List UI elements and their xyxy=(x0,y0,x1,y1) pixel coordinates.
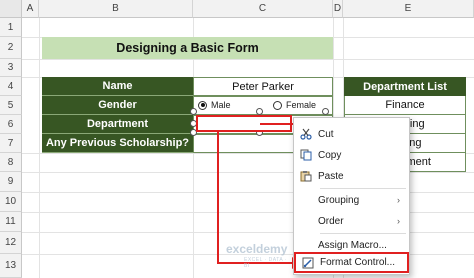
row-header-13[interactable]: 13 xyxy=(0,254,22,278)
radio-female[interactable]: Female xyxy=(273,100,316,110)
name-label: Name xyxy=(42,77,193,96)
paste-icon xyxy=(294,170,318,182)
menu-separator xyxy=(320,233,406,234)
chevron-right-icon: › xyxy=(397,195,400,205)
column-header-d[interactable]: D xyxy=(333,0,343,18)
department-list-header: Department List xyxy=(344,77,466,96)
column-header-a[interactable]: A xyxy=(22,0,39,18)
menu-item-cut[interactable]: Cut xyxy=(294,124,409,144)
menu-item-label: Grouping xyxy=(318,194,360,206)
context-menu: Cut Copy Paste Grouping › Order › Assign… xyxy=(293,117,410,275)
column-header-b[interactable]: B xyxy=(39,0,193,18)
select-all-corner[interactable] xyxy=(0,0,22,18)
radio-female-label: Female xyxy=(286,100,317,110)
menu-item-label: Order xyxy=(318,215,344,227)
menu-item-label: Paste xyxy=(318,170,344,182)
row-header-7[interactable]: 7 xyxy=(0,134,22,153)
row-header-3[interactable]: 3 xyxy=(0,59,22,77)
department-label: Department xyxy=(42,115,193,134)
connector-line xyxy=(217,132,219,264)
row-header-8[interactable]: 8 xyxy=(0,153,22,172)
menu-item-paste[interactable]: Paste xyxy=(294,166,409,186)
gender-label: Gender xyxy=(42,96,193,115)
menu-item-order[interactable]: Order › xyxy=(294,211,409,231)
row-header-4[interactable]: 4 xyxy=(0,77,22,96)
watermark-logo: exceldemy EXCEL · DATA · BI xyxy=(226,242,288,269)
radio-selected-icon xyxy=(198,100,207,110)
row-header-6[interactable]: 6 xyxy=(0,115,22,134)
gridline xyxy=(22,59,474,60)
radio-male[interactable]: Male xyxy=(198,100,231,110)
row-header-9[interactable]: 9 xyxy=(0,172,22,192)
row-header-2[interactable]: 2 xyxy=(0,37,22,59)
copy-icon xyxy=(294,149,318,161)
column-header-c[interactable]: C xyxy=(193,0,333,18)
row-header-10[interactable]: 10 xyxy=(0,192,22,212)
watermark-subtext: EXCEL · DATA · BI xyxy=(244,257,288,269)
menu-separator xyxy=(320,188,406,189)
form-title: Designing a Basic Form xyxy=(42,37,333,59)
radio-male-label: Male xyxy=(211,100,231,110)
scholarship-label: Any Previous Scholarship? xyxy=(42,134,193,153)
row-header-5[interactable]: 5 xyxy=(0,96,22,115)
spreadsheet: A B C D E 1 2 3 4 5 6 7 8 9 10 11 12 13 … xyxy=(0,0,474,278)
watermark-text: exceldemy xyxy=(226,242,288,256)
department-list-item: Finance xyxy=(344,96,466,115)
gridline xyxy=(39,18,40,278)
menu-item-label: Cut xyxy=(318,128,334,140)
menu-item-copy[interactable]: Copy xyxy=(294,145,409,165)
resize-handle[interactable] xyxy=(322,108,329,115)
menu-item-label: Format Control... xyxy=(320,257,396,268)
radio-unselected-icon xyxy=(273,100,282,110)
chevron-right-icon: › xyxy=(397,216,400,226)
scissors-icon xyxy=(294,128,318,140)
menu-item-format-control[interactable]: Format Control... xyxy=(294,252,409,273)
resize-handle[interactable] xyxy=(190,108,197,115)
menu-item-label: Assign Macro... xyxy=(318,239,387,251)
column-header-e[interactable]: E xyxy=(343,0,474,18)
row-header-1[interactable]: 1 xyxy=(0,18,22,37)
resize-handle[interactable] xyxy=(256,108,263,115)
row-header-12[interactable]: 12 xyxy=(0,232,22,254)
name-value-cell[interactable]: Peter Parker xyxy=(193,77,333,96)
menu-item-grouping[interactable]: Grouping › xyxy=(294,190,409,210)
format-control-icon xyxy=(296,257,320,269)
row-header-11[interactable]: 11 xyxy=(0,212,22,232)
menu-item-label: Copy xyxy=(318,149,342,161)
